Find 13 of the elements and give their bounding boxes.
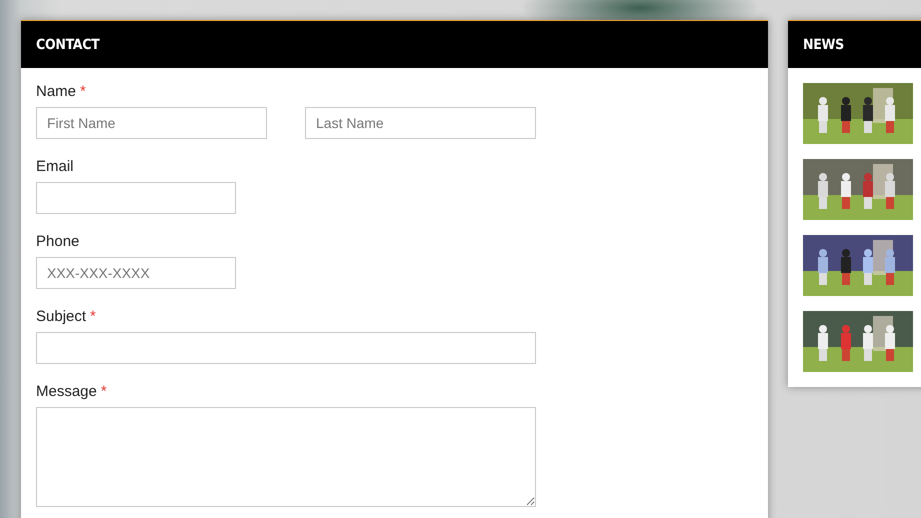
field-label: Phone [36, 233, 80, 250]
field-label: Email [36, 158, 75, 175]
field-label: Name * [36, 83, 87, 100]
text-field[interactable]: XXX-XXX-XXXX [36, 257, 236, 289]
message-field[interactable] [36, 407, 536, 507]
text-field[interactable] [36, 332, 536, 364]
field-label: Subject * [36, 308, 97, 325]
field-label: Message * [36, 383, 108, 400]
text-field[interactable]: Last Name [305, 107, 536, 139]
panel-title: NEWS [803, 36, 844, 52]
text-field[interactable] [36, 182, 236, 214]
text-field[interactable]: First Name [36, 107, 267, 139]
panel-title: CONTACT [36, 36, 100, 52]
